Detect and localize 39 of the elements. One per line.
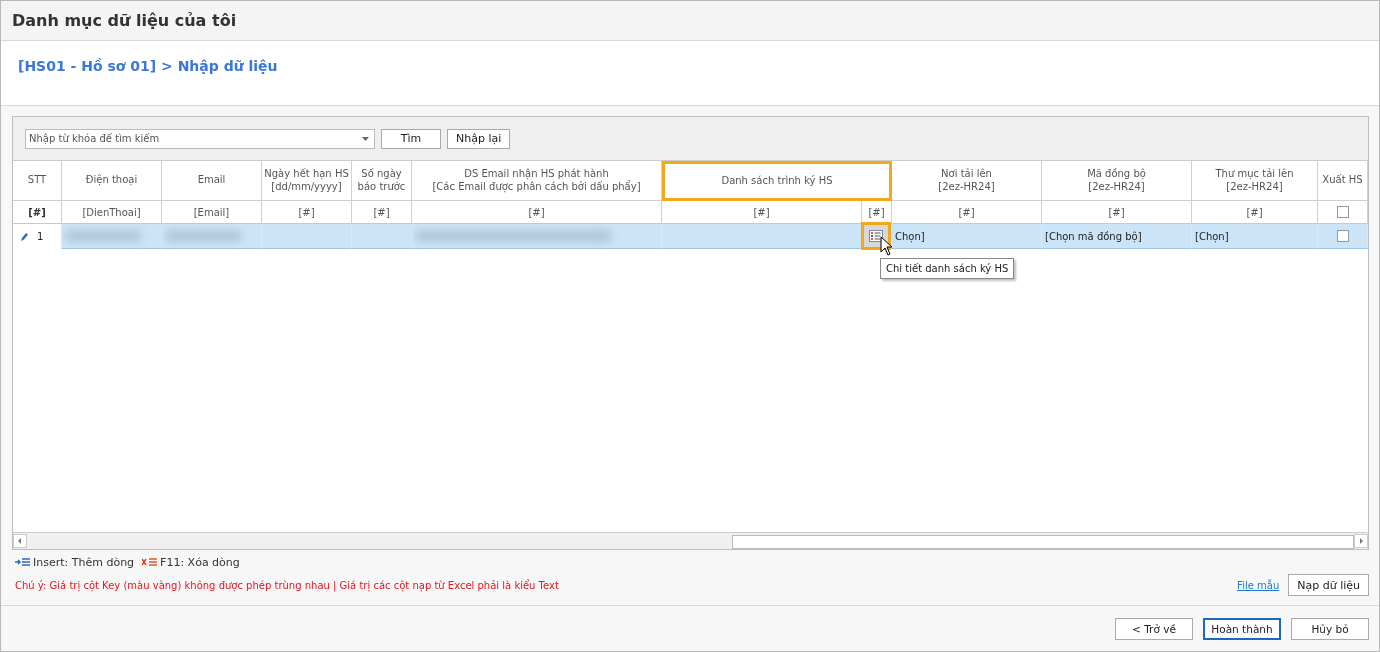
scrollbar-thumb[interactable] xyxy=(732,535,1354,549)
mouse-cursor-icon xyxy=(880,236,893,256)
shortcut-hint: Insert: Thêm dòng xyxy=(33,555,135,569)
reset-button[interactable]: Nhập lại xyxy=(447,128,511,149)
column-header[interactable]: Số ngày báo trước xyxy=(352,161,412,201)
scroll-right-icon[interactable] xyxy=(1354,534,1368,548)
footer-button[interactable]: Hủy bỏ xyxy=(1291,617,1369,640)
column-header[interactable]: Danh sách trình ký HS xyxy=(662,161,892,201)
footer-button[interactable]: Hoàn thành xyxy=(1203,617,1281,640)
search-button[interactable]: Tìm xyxy=(381,128,441,149)
dropdown-caret-icon xyxy=(362,136,369,141)
breadcrumb: [HS01 - Hồ sơ 01] > Nhập dữ liệu xyxy=(18,58,278,74)
delete-row-icon xyxy=(142,558,158,566)
column-header[interactable]: Thư mục tải lên [2ez-HR24] xyxy=(1192,161,1318,201)
window-title: Danh mục dữ liệu của tôi xyxy=(12,11,237,30)
column-header[interactable]: Mã đồng bộ [2ez-HR24] xyxy=(1042,161,1192,201)
column-header[interactable]: DS Email nhận HS phát hành [Các Email được phân cách bởi dấu phẩy] xyxy=(412,161,662,201)
import-button[interactable]: Nạp dữ liệu xyxy=(1288,574,1369,596)
column-header[interactable]: Xuất HS xyxy=(1318,161,1368,201)
footer-button[interactable]: < Trở về xyxy=(1115,617,1193,640)
tooltip: Chi tiết danh sách ký HS xyxy=(880,258,1015,279)
table-cell: [Chọn mã đồng bộ] xyxy=(1042,224,1192,249)
warning-note: Chú ý: Giá trị cột Key (màu vàng) không được phép trùng nhau | Giá trị các cột nạp từ Excel phải là kiểu Text xyxy=(14,579,560,591)
scroll-left-icon[interactable] xyxy=(13,534,27,548)
horizontal-scrollbar[interactable] xyxy=(13,532,1368,549)
shortcut-hint: F11: Xóa dòng xyxy=(160,555,240,569)
column-header[interactable]: Ngày hết hạn HS [dd/mm/yyyy] xyxy=(262,161,352,201)
column-header[interactable]: Điện thoại xyxy=(62,161,162,201)
search-field[interactable]: Nhập từ khóa để tìm kiếm xyxy=(25,128,375,149)
column-header[interactable]: Email xyxy=(162,161,262,201)
list-icon xyxy=(869,230,883,242)
column-header[interactable]: STT xyxy=(13,161,62,201)
column-header[interactable]: Nơi tải lên [2ez-HR24] xyxy=(892,161,1042,201)
table-cell: Chọn] xyxy=(892,224,1042,249)
table-cell: [Chọn] xyxy=(1192,224,1318,249)
checkbox[interactable] xyxy=(1336,230,1349,242)
insert-row-icon xyxy=(15,558,30,566)
template-file-link[interactable]: File mẫu xyxy=(1237,579,1280,591)
checkbox[interactable] xyxy=(1336,206,1349,218)
